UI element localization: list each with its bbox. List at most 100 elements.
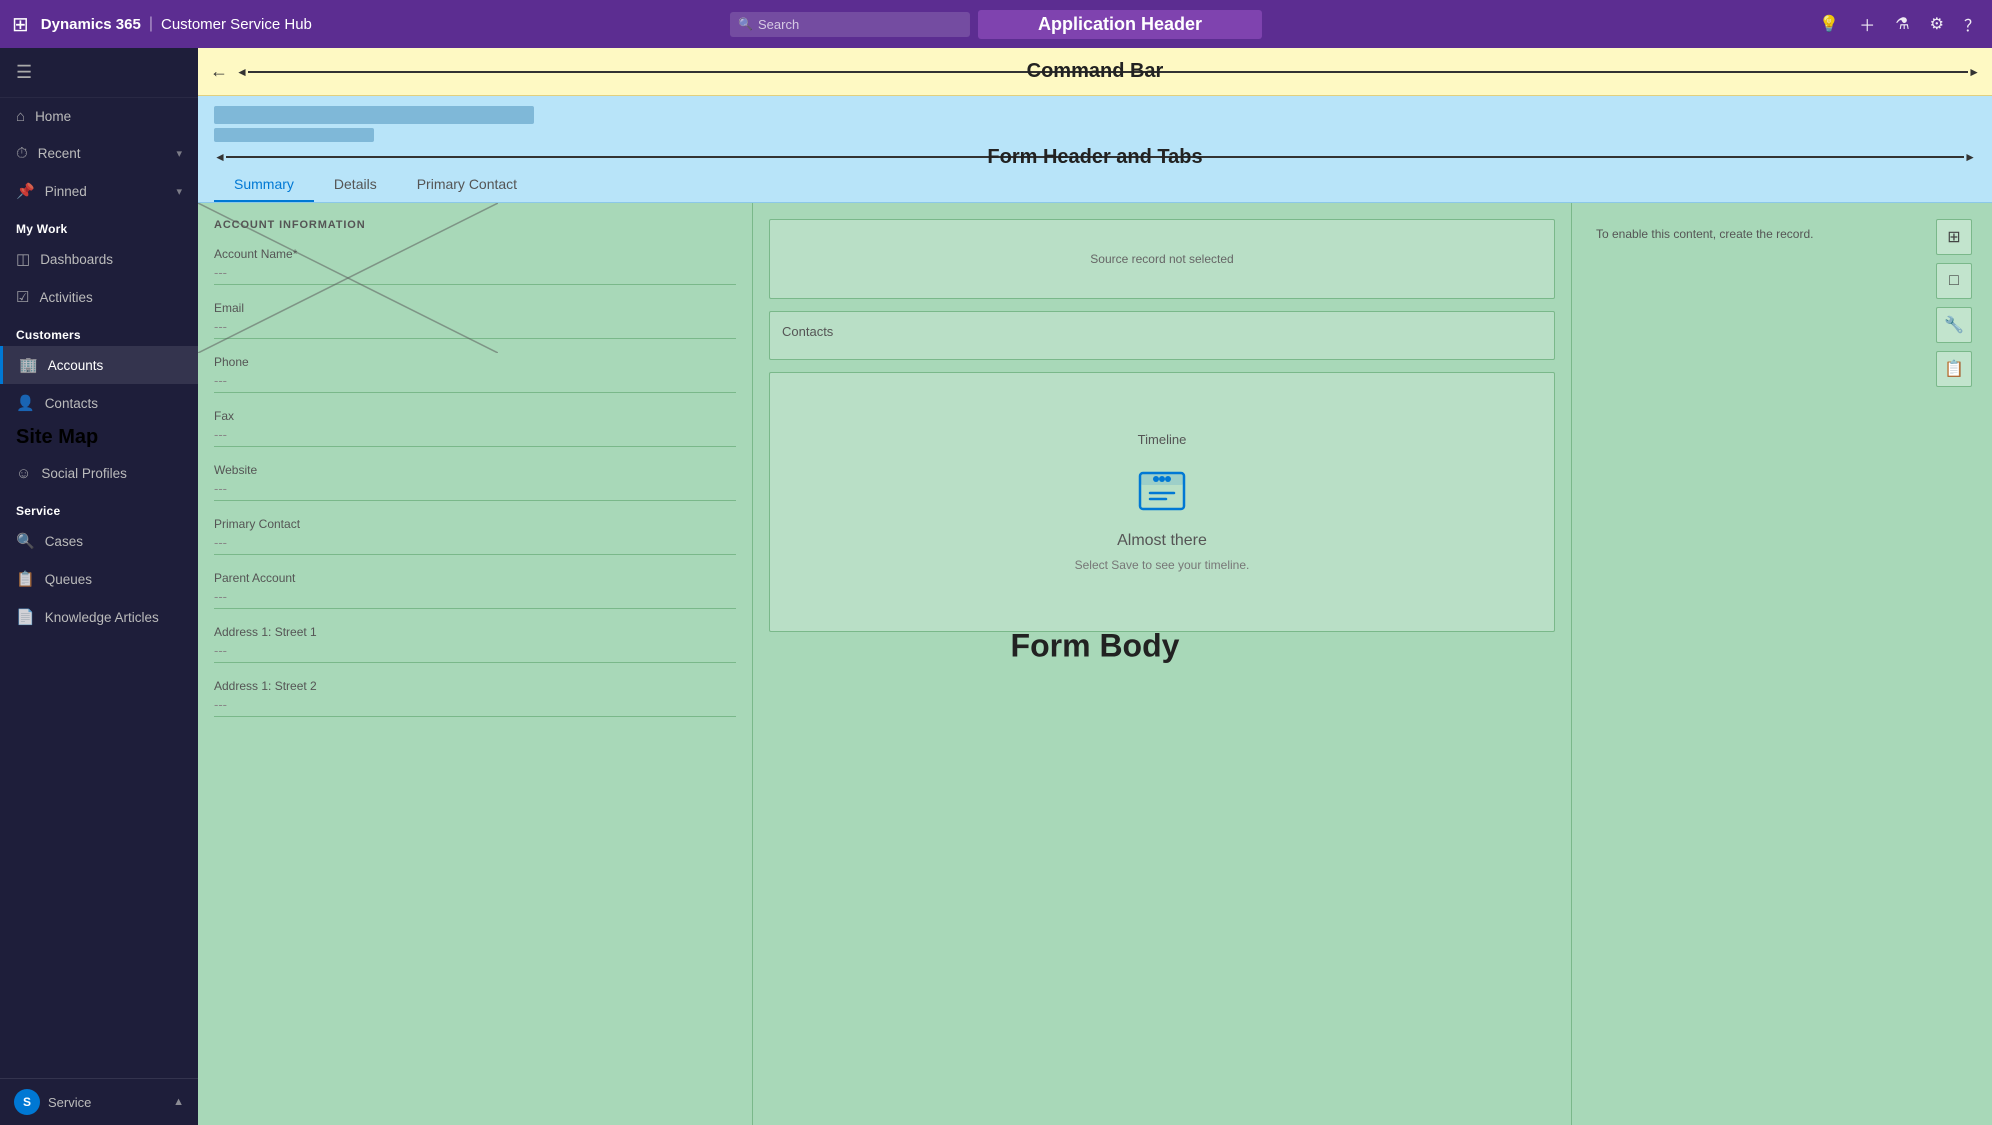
sidebar-item-knowledge-articles[interactable]: 📄 Knowledge Articles bbox=[0, 598, 198, 636]
recent-icon: ⏱ bbox=[16, 145, 28, 162]
sidebar-item-activities[interactable]: ☑ Activities bbox=[0, 278, 198, 316]
right-icon-square[interactable]: □ bbox=[1936, 263, 1972, 299]
field-phone: Phone --- bbox=[214, 355, 736, 393]
pinned-chevron-icon: ▾ bbox=[176, 185, 182, 198]
sidebar-item-recent[interactable]: ⏱ Recent ▾ bbox=[0, 135, 198, 172]
command-bar: ← Command Bar bbox=[198, 48, 1992, 96]
footer-chevron-icon[interactable]: ▲ bbox=[173, 1096, 184, 1108]
field-parent-account: Parent Account --- bbox=[214, 571, 736, 609]
content-area: ← Command Bar Form Header and Tabs bbox=[198, 48, 1992, 1125]
field-primary-contact-value[interactable]: --- bbox=[214, 535, 736, 555]
sidebar-toggle-button[interactable]: ☰ bbox=[0, 48, 198, 98]
right-icon-clipboard[interactable]: 📋 bbox=[1936, 351, 1972, 387]
field-address-street1: Address 1: Street 1 --- bbox=[214, 625, 736, 663]
field-primary-contact-label: Primary Contact bbox=[214, 517, 736, 531]
my-work-section-header: My Work bbox=[0, 210, 198, 240]
service-section-header: Service bbox=[0, 492, 198, 522]
arrow-right-icon bbox=[1968, 63, 1980, 81]
sidebar: ☰ ⌂ Home ⏱ Recent ▾ 📌 Pinned ▾ My Work ◫… bbox=[0, 48, 198, 1125]
field-fax-label: Fax bbox=[214, 409, 736, 423]
field-phone-value[interactable]: --- bbox=[214, 373, 736, 393]
fh-line-left bbox=[226, 156, 1095, 158]
sidebar-item-pinned[interactable]: 📌 Pinned ▾ bbox=[0, 172, 198, 210]
tab-summary[interactable]: Summary bbox=[214, 168, 314, 202]
brand-label: Dynamics 365 bbox=[41, 16, 141, 33]
settings-icon[interactable]: ⚙ bbox=[1930, 14, 1944, 34]
customers-section-header: Customers bbox=[0, 316, 198, 346]
sidebar-activities-label: Activities bbox=[39, 290, 92, 305]
form-left-column: ACCOUNT INFORMATION Account Name* --- Em… bbox=[198, 203, 753, 1125]
enable-content-text: To enable this content, create the recor… bbox=[1588, 219, 1821, 249]
sidebar-item-queues[interactable]: 📋 Queues bbox=[0, 560, 198, 598]
field-website-value[interactable]: --- bbox=[214, 481, 736, 501]
field-account-name-value[interactable]: --- bbox=[214, 265, 736, 285]
command-bar-line bbox=[248, 71, 1108, 73]
sidebar-item-cases[interactable]: 🔍 Cases bbox=[0, 522, 198, 560]
header-separator: | bbox=[149, 15, 153, 33]
tab-primary-contact[interactable]: Primary Contact bbox=[397, 168, 537, 202]
app-name-label: Customer Service Hub bbox=[161, 16, 312, 33]
search-icon: 🔍 bbox=[738, 17, 753, 31]
fh-arrow-right-icon bbox=[1964, 148, 1976, 166]
form-title-placeholder bbox=[214, 106, 534, 124]
application-header-label: Application Header bbox=[978, 10, 1262, 39]
waffle-icon[interactable]: ⊞ bbox=[12, 12, 29, 37]
contacts-icon: 👤 bbox=[16, 394, 35, 412]
recent-chevron-icon: ▾ bbox=[176, 147, 182, 160]
field-primary-contact: Primary Contact --- bbox=[214, 517, 736, 555]
right-icon-wrench[interactable]: 🔧 bbox=[1936, 307, 1972, 343]
sidebar-queues-label: Queues bbox=[45, 572, 92, 587]
field-email-value[interactable]: --- bbox=[214, 319, 736, 339]
back-button[interactable]: ← bbox=[210, 61, 228, 82]
field-phone-label: Phone bbox=[214, 355, 736, 369]
main-layout: ☰ ⌂ Home ⏱ Recent ▾ 📌 Pinned ▾ My Work ◫… bbox=[0, 48, 1992, 1125]
plus-icon[interactable]: ＋ bbox=[1859, 12, 1875, 36]
pinned-icon: 📌 bbox=[16, 182, 35, 200]
sidebar-contacts-label: Contacts bbox=[45, 396, 98, 411]
sidebar-social-profiles-label: Social Profiles bbox=[41, 466, 127, 481]
fh-arrow-left-icon bbox=[214, 148, 226, 166]
field-parent-account-label: Parent Account bbox=[214, 571, 736, 585]
field-address-street1-label: Address 1: Street 1 bbox=[214, 625, 736, 639]
dashboards-icon: ◫ bbox=[16, 250, 30, 268]
sidebar-item-social-profiles[interactable]: ☺ Social Profiles bbox=[0, 455, 198, 492]
field-address-street1-value[interactable]: --- bbox=[214, 643, 736, 663]
filter-icon[interactable]: ⚗ bbox=[1895, 14, 1909, 34]
field-email-label: Email bbox=[214, 301, 736, 315]
sidebar-item-home[interactable]: ⌂ Home bbox=[0, 98, 198, 135]
social-profiles-icon: ☺ bbox=[16, 465, 31, 482]
sidebar-item-contacts[interactable]: 👤 Contacts bbox=[0, 384, 198, 422]
field-fax: Fax --- bbox=[214, 409, 736, 447]
form-right-icon-buttons: ⊞ □ 🔧 📋 bbox=[1936, 219, 1976, 387]
search-input[interactable] bbox=[730, 12, 970, 37]
help-icon[interactable]: ？ bbox=[1964, 12, 1980, 36]
tab-details[interactable]: Details bbox=[314, 168, 397, 202]
field-website: Website --- bbox=[214, 463, 736, 501]
form-header-arrow-row: Form Header and Tabs bbox=[214, 148, 1976, 166]
form-header: Form Header and Tabs Summary Details Pri… bbox=[198, 96, 1992, 203]
form-header-title-placeholders bbox=[214, 106, 1976, 142]
command-bar-line-right bbox=[1108, 71, 1968, 73]
lightbulb-icon[interactable]: 💡 bbox=[1819, 14, 1839, 34]
sidebar-pinned-label: Pinned bbox=[45, 184, 87, 199]
timeline-icon bbox=[1136, 463, 1188, 524]
field-parent-account-value[interactable]: --- bbox=[214, 589, 736, 609]
field-address-street2-value[interactable]: --- bbox=[214, 697, 736, 717]
contacts-widget: Contacts bbox=[769, 311, 1555, 360]
form-body: Form Body ACCOUNT INFORMATION Account Na… bbox=[198, 203, 1992, 1125]
avatar: S bbox=[14, 1089, 40, 1115]
timeline-sub-text: Select Save to see your timeline. bbox=[1075, 558, 1250, 572]
right-icon-grid[interactable]: ⊞ bbox=[1936, 219, 1972, 255]
sidebar-knowledge-articles-label: Knowledge Articles bbox=[45, 610, 159, 625]
header-center: 🔍 Application Header bbox=[730, 10, 1262, 39]
sidebar-item-accounts[interactable]: 🏢 Accounts bbox=[0, 346, 198, 384]
field-account-name: Account Name* --- bbox=[214, 247, 736, 285]
home-icon: ⌂ bbox=[16, 108, 25, 125]
account-info-section-title: ACCOUNT INFORMATION bbox=[214, 219, 736, 231]
sidebar-item-dashboards[interactable]: ◫ Dashboards bbox=[0, 240, 198, 278]
app-header: ⊞ Dynamics 365 | Customer Service Hub 🔍 … bbox=[0, 0, 1992, 48]
form-header-label: Form Header and Tabs bbox=[987, 146, 1202, 169]
site-map-label: Site Map bbox=[0, 422, 198, 455]
form-right-column: To enable this content, create the recor… bbox=[1572, 203, 1992, 1125]
field-fax-value[interactable]: --- bbox=[214, 427, 736, 447]
